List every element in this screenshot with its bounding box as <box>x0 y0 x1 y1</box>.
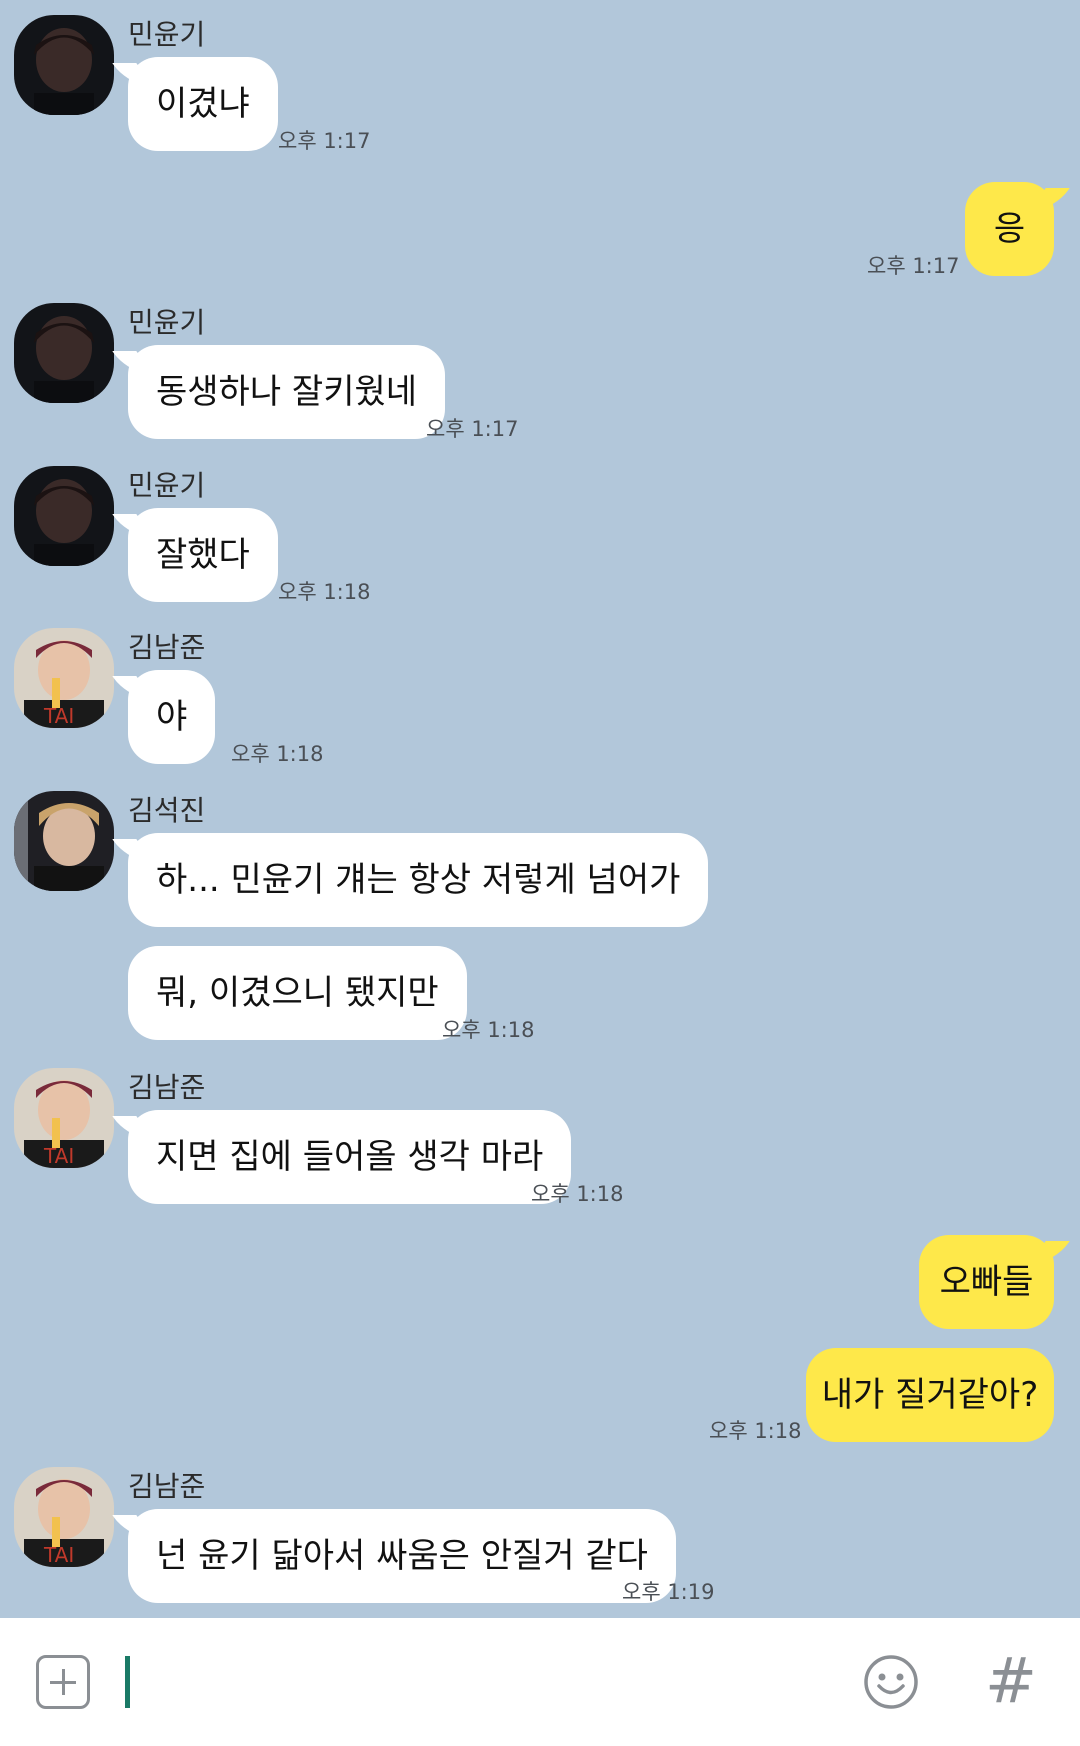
message-bubble[interactable]: 야 <box>128 670 216 764</box>
message-time: 오후 1:17 <box>426 417 519 441</box>
message-bubble[interactable]: 이겼냐 <box>128 57 278 151</box>
my-message-bubble[interactable]: 내가 질거같아? <box>806 1348 1054 1442</box>
message-bubble[interactable]: 지면 집에 들어올 생각 마라 <box>128 1110 572 1204</box>
profile-photo: TAI <box>14 1467 114 1567</box>
message-time: 오후 1:17 <box>867 254 960 278</box>
my-message-bubble[interactable]: 오빠들 <box>919 1235 1054 1329</box>
smiley-icon[interactable] <box>862 1653 920 1715</box>
message-time: 오후 1:18 <box>709 1419 802 1443</box>
profile-photo: TAI <box>14 628 114 728</box>
sender-name: 민윤기 <box>128 306 206 339</box>
message-time: 오후 1:17 <box>278 129 371 153</box>
message-input-field[interactable] <box>125 1656 130 1708</box>
profile-photo <box>14 303 114 403</box>
sender-name: 민윤기 <box>128 18 206 51</box>
message-bubble[interactable]: 동생하나 잘키웠네 <box>128 345 446 439</box>
sender-name: 김남준 <box>128 631 206 664</box>
sender-name: 김남준 <box>128 1470 206 1503</box>
profile-photo: TAI <box>14 1068 114 1168</box>
message-bubble[interactable]: 하... 민윤기 걔는 항상 저렇게 넘어가 <box>128 833 709 927</box>
sender-name: 김남준 <box>128 1071 206 1104</box>
avatar-min-yoongi[interactable] <box>14 466 114 566</box>
message-input-bar: # <box>0 1618 1080 1746</box>
chat-area: 민윤기 이겼냐 오후 1:17 응 오후 1:17 민윤기 동생하나 잘키웠네 … <box>0 0 1080 1618</box>
avatar-kim-namjoon[interactable]: TAI <box>14 1068 114 1168</box>
plus-square-icon[interactable] <box>36 1655 90 1709</box>
message-time: 오후 1:18 <box>531 1182 624 1206</box>
profile-photo <box>14 466 114 566</box>
message-time: 오후 1:18 <box>231 742 324 766</box>
profile-photo <box>14 15 114 115</box>
sender-name: 김석진 <box>128 794 206 827</box>
message-time: 오후 1:18 <box>278 580 371 604</box>
sender-name: 민윤기 <box>128 469 206 502</box>
message-time: 오후 1:19 <box>622 1580 715 1604</box>
my-message-bubble[interactable]: 응 <box>965 182 1054 276</box>
avatar-kim-namjoon[interactable]: TAI <box>14 1467 114 1567</box>
profile-photo <box>14 791 114 891</box>
avatar-kim-namjoon[interactable]: TAI <box>14 628 114 728</box>
message-bubble[interactable]: 뭐, 이겼으니 됐지만 <box>128 946 467 1040</box>
avatar-min-yoongi[interactable] <box>14 15 114 115</box>
avatar-min-yoongi[interactable] <box>14 303 114 403</box>
avatar-kim-seokjin[interactable] <box>14 791 114 891</box>
message-bubble[interactable]: 넌 윤기 닮아서 싸움은 안질거 같다 <box>128 1509 676 1603</box>
message-bubble[interactable]: 잘했다 <box>128 508 278 602</box>
hashtag-icon[interactable]: # <box>985 1643 1037 1719</box>
message-time: 오후 1:18 <box>442 1018 535 1042</box>
